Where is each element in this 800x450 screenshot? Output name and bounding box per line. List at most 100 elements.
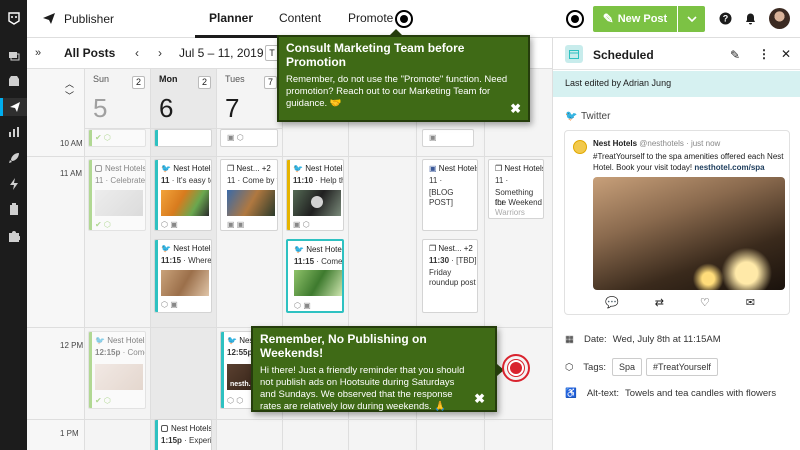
hotspot-target-icon[interactable] bbox=[395, 10, 413, 28]
new-post-dropdown-button[interactable] bbox=[678, 6, 705, 32]
post-card[interactable] bbox=[154, 129, 212, 147]
post-card[interactable]: Nest Hotels 1:15p · Experien bbox=[154, 419, 212, 450]
tooltip-title: Remember, No Publishing on Weekends! bbox=[260, 332, 427, 360]
day-number: 5 bbox=[93, 93, 108, 123]
promote-warning-tooltip: Consult Marketing Team before Promotion … bbox=[277, 29, 530, 122]
twitter-icon: 🐦 bbox=[565, 111, 578, 122]
tag-chip[interactable]: #TreatYourself bbox=[646, 358, 718, 376]
post-network: Nest Hotels bbox=[105, 164, 146, 173]
hotspot-target-icon[interactable] bbox=[566, 10, 584, 28]
apps-puzzle-icon[interactable] bbox=[6, 228, 21, 243]
inbox-icon[interactable] bbox=[6, 73, 21, 88]
post-card[interactable]: ❐ Nest... +2 11:30 · [TBD] Friday roundu… bbox=[422, 239, 478, 313]
calendar-icon: ▦ bbox=[565, 334, 574, 345]
post-text: Warriors bbox=[495, 208, 525, 217]
post-count-badge[interactable]: 2 bbox=[198, 76, 211, 89]
post-card[interactable]: ▣ bbox=[422, 129, 474, 147]
post-count-badge[interactable]: 2 bbox=[132, 76, 145, 89]
multi-network-icon: ❐ bbox=[495, 164, 503, 173]
post-time: 11 bbox=[495, 176, 504, 185]
user-avatar[interactable] bbox=[769, 8, 790, 29]
more-options-icon[interactable]: ⋮ bbox=[758, 47, 770, 61]
post-network: Nest Hotels bbox=[306, 245, 344, 254]
tweet-handle: @nesthotels · just now bbox=[639, 139, 721, 148]
tab-promote[interactable]: Promote bbox=[348, 11, 393, 25]
alt-text-row: ♿ Alt-text: Towels and tea candles with … bbox=[565, 388, 777, 399]
prev-week-button[interactable]: ‹ bbox=[135, 46, 139, 60]
help-icon[interactable]: ? bbox=[719, 12, 732, 25]
reply-icon[interactable]: 💬 bbox=[605, 296, 619, 309]
analytics-icon[interactable] bbox=[6, 124, 21, 139]
post-text: the Weekend bbox=[495, 198, 542, 207]
streams-icon[interactable] bbox=[6, 48, 21, 63]
post-card[interactable]: Nest Hotels 11 · Celebrate t ✔ ⬡ bbox=[88, 159, 146, 231]
lightning-icon[interactable] bbox=[6, 176, 21, 191]
twitter-icon: 🐦 bbox=[95, 336, 105, 345]
edit-pencil-icon[interactable]: ✎ bbox=[730, 48, 740, 62]
post-thumbnail bbox=[95, 364, 143, 390]
instagram-icon bbox=[161, 425, 168, 432]
last-edited-banner: Last edited by Adrian Jung bbox=[553, 71, 800, 97]
post-network: Nest Hotels bbox=[173, 244, 212, 253]
facebook-icon: ▣ bbox=[429, 164, 437, 173]
post-text: Come re bbox=[321, 257, 343, 266]
clipboard-icon[interactable] bbox=[6, 201, 21, 216]
date-row: ▦ Date: Wed, July 8th at 11:15AM bbox=[565, 334, 721, 345]
tab-content[interactable]: Content bbox=[279, 11, 321, 25]
day-number: 7 bbox=[225, 93, 240, 123]
close-icon[interactable]: ✕ bbox=[781, 47, 791, 61]
post-card-selected[interactable]: 🐦 Nest Hotels 11:15 · Come re ⬡ ▣ bbox=[286, 239, 344, 313]
share-icon[interactable]: ✉ bbox=[746, 296, 755, 309]
post-card[interactable]: ❐ Nest... +2 11 · Come by t ▣ ▣ bbox=[220, 159, 278, 231]
day-number: 6 bbox=[159, 93, 174, 123]
twitter-icon: 🐦 bbox=[294, 245, 304, 254]
next-week-button[interactable]: › bbox=[158, 46, 162, 60]
post-card[interactable]: 🐦 Nest Hotels 11:15 · Where d ⬡ ▣ bbox=[154, 239, 212, 313]
hootsuite-logo-icon[interactable] bbox=[6, 10, 21, 25]
left-nav bbox=[0, 0, 27, 450]
tab-planner[interactable]: Planner bbox=[209, 11, 253, 25]
post-card[interactable]: 🐦 Nest Hotels 12:15p · Come c ✔ ⬡ bbox=[88, 331, 146, 409]
post-time: 11 bbox=[161, 176, 170, 185]
time-column: ︿ ﹀ bbox=[27, 69, 84, 450]
post-network: Nest Hotels bbox=[504, 164, 544, 173]
date-range[interactable]: Jul 5 – 11, 2019 bbox=[179, 46, 264, 60]
post-card[interactable]: ▣ Nest Hotels 11 · [BLOG POST] bbox=[422, 159, 478, 231]
post-card[interactable]: ▣ ⬡ bbox=[220, 129, 278, 147]
post-time: 11:15 bbox=[161, 256, 182, 265]
weekend-hotspot-target-icon[interactable] bbox=[502, 354, 530, 382]
panel-title: Scheduled bbox=[593, 48, 654, 62]
tweet-actions: 💬 ⇄ ♡ ✉ bbox=[605, 296, 755, 309]
close-icon[interactable]: ✖ bbox=[474, 391, 485, 407]
post-time: 11:15 bbox=[294, 257, 315, 266]
expand-sidebar-button[interactable]: » bbox=[35, 47, 41, 59]
accessibility-icon: ♿ bbox=[565, 388, 577, 399]
post-count-badge[interactable]: 7 bbox=[264, 76, 277, 89]
retweet-icon[interactable]: ⇄ bbox=[655, 296, 664, 309]
day-name: Mon bbox=[159, 74, 178, 84]
all-posts-title[interactable]: All Posts bbox=[64, 46, 115, 60]
hour-divider bbox=[27, 156, 552, 157]
post-card[interactable]: 🐦 Nest Hotels 11 · It's easy to ⬡ ▣ bbox=[154, 159, 212, 231]
like-icon[interactable]: ♡ bbox=[700, 296, 710, 309]
close-icon[interactable]: ✖ bbox=[510, 101, 521, 117]
chevron-down-icon[interactable]: ﹀ bbox=[65, 89, 74, 102]
post-card[interactable]: 🐦 Nest Hotels 11:10 · Help th ▣ ⬡ bbox=[286, 159, 344, 231]
post-network: Nest... +2 bbox=[438, 244, 473, 253]
new-post-button[interactable]: ✎ New Post bbox=[593, 6, 677, 32]
tweet-image bbox=[593, 177, 785, 290]
hour-label: 1 PM bbox=[60, 429, 79, 438]
post-card[interactable]: ❐ Nest Hotels 11 · Something for the Wee… bbox=[488, 159, 544, 219]
publisher-nav-icon[interactable] bbox=[0, 98, 27, 116]
notifications-bell-icon[interactable] bbox=[744, 12, 757, 25]
post-card[interactable]: ✔ ⬡ bbox=[88, 129, 146, 147]
date-value: Wed, July 8th at 11:15AM bbox=[612, 334, 721, 345]
calendar-icon bbox=[565, 45, 583, 63]
twitter-icon: 🐦 bbox=[161, 164, 171, 173]
tweet-preview: Nest Hotels @nesthotels · just now #Trea… bbox=[564, 130, 790, 315]
twitter-icon: 🐦 bbox=[161, 244, 171, 253]
rocket-icon[interactable] bbox=[6, 150, 21, 165]
tag-chip[interactable]: Spa bbox=[612, 358, 643, 376]
post-network: Nest Hotels bbox=[438, 164, 478, 173]
tag-icon: ⬡ bbox=[565, 361, 574, 373]
